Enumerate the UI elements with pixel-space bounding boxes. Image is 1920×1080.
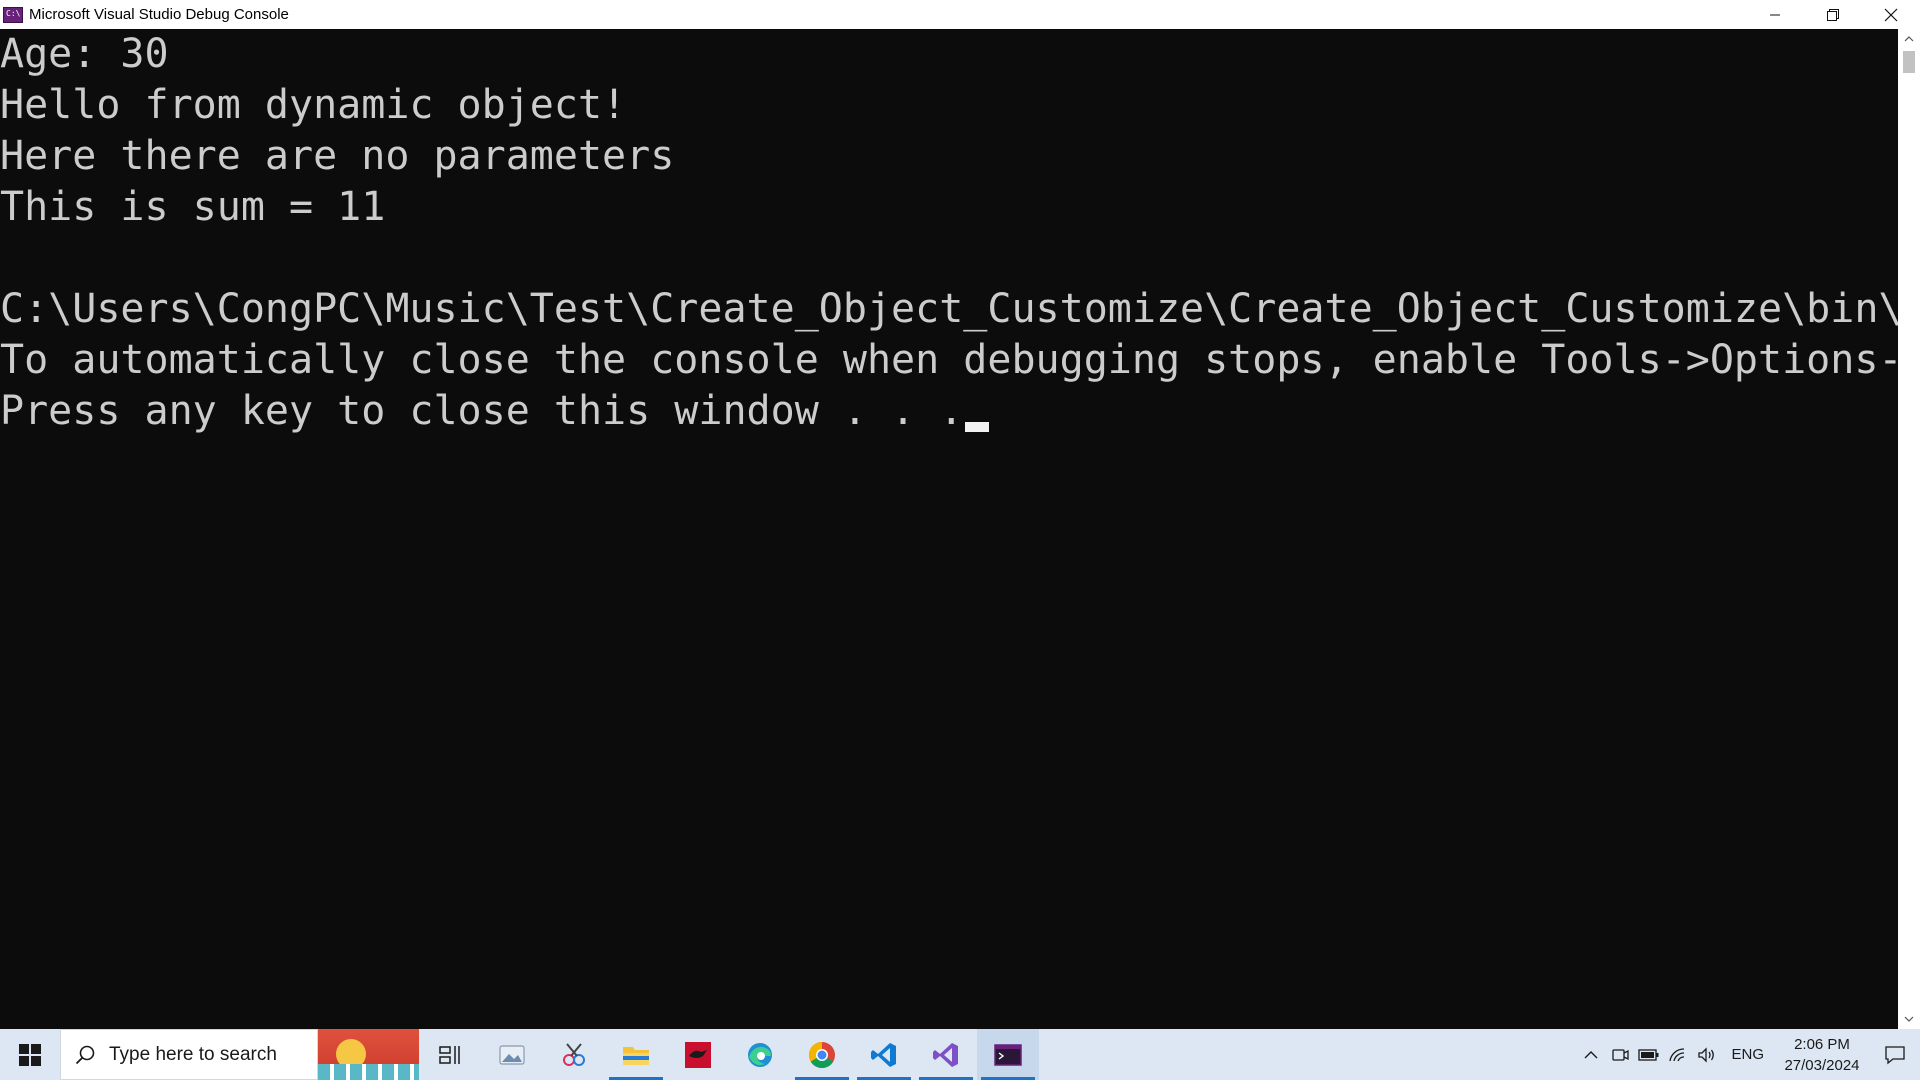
- chevron-down-icon: [1904, 1016, 1914, 1022]
- console-line: Hello from dynamic object!: [0, 82, 627, 128]
- news-widget-button[interactable]: [318, 1029, 419, 1080]
- close-icon: [1884, 8, 1898, 21]
- start-button[interactable]: [0, 1029, 60, 1080]
- photos-app-icon: [499, 1044, 525, 1065]
- window-titlebar[interactable]: Microsoft Visual Studio Debug Console: [0, 0, 1920, 29]
- scroll-down-button[interactable]: [1898, 1009, 1920, 1029]
- task-view-icon: [439, 1045, 460, 1064]
- taskbar-search-box[interactable]: Type here to search: [60, 1029, 318, 1080]
- battery-icon: [1638, 1048, 1659, 1061]
- console-line: To automatically close the console when …: [0, 337, 1898, 383]
- console-output[interactable]: Age: 30 Hello from dynamic object! Here …: [0, 29, 1898, 1029]
- search-icon: [75, 1045, 95, 1064]
- console-app-icon: [994, 1043, 1022, 1066]
- system-tray: ENG 2:06 PM 27/03/2024: [1576, 1029, 1920, 1080]
- console-app-icon[interactable]: [3, 6, 23, 23]
- close-button[interactable]: [1862, 0, 1920, 29]
- window-controls: [1746, 0, 1920, 29]
- folder-icon: [623, 1046, 649, 1065]
- taskbar-app-edge[interactable]: [729, 1029, 791, 1080]
- tray-battery-button[interactable]: [1634, 1029, 1663, 1080]
- taskbar: Type here to search ENG 2:06 PM 27/03/20…: [0, 1029, 1920, 1080]
- wifi-icon: [1669, 1047, 1685, 1061]
- text-cursor: [965, 422, 990, 432]
- chevron-up-icon: [1904, 36, 1914, 42]
- notification-center-button[interactable]: [1870, 1029, 1920, 1080]
- taskbar-app-visual-studio[interactable]: [915, 1029, 977, 1080]
- taskbar-app-vscode[interactable]: [853, 1029, 915, 1080]
- clock-date: 27/03/2024: [1784, 1056, 1860, 1074]
- taskbar-app-debug-console[interactable]: [977, 1029, 1039, 1080]
- taskbar-app-media[interactable]: [667, 1029, 729, 1080]
- window-title: Microsoft Visual Studio Debug Console: [29, 6, 289, 23]
- console-prompt-line: Press any key to close this window . . .: [0, 386, 1898, 437]
- tray-meet-button[interactable]: [1605, 1029, 1634, 1080]
- edge-browser-icon: [748, 1042, 772, 1067]
- media-app-icon: [685, 1041, 711, 1068]
- input-language-indicator[interactable]: ENG: [1721, 1046, 1774, 1063]
- minimize-icon: [1770, 14, 1780, 15]
- show-hidden-icons-button[interactable]: [1576, 1029, 1605, 1080]
- chrome-browser-icon: [808, 1041, 835, 1068]
- vscode-icon: [871, 1042, 896, 1067]
- scroll-up-button[interactable]: [1898, 29, 1920, 49]
- taskbar-app-photos[interactable]: [481, 1029, 543, 1080]
- taskbar-clock[interactable]: 2:06 PM 27/03/2024: [1774, 1034, 1870, 1076]
- tray-volume-button[interactable]: [1692, 1029, 1721, 1080]
- speaker-icon: [1698, 1046, 1714, 1063]
- minimize-button[interactable]: [1746, 0, 1804, 29]
- taskbar-app-chrome[interactable]: [791, 1029, 853, 1080]
- clock-time: 2:06 PM: [1794, 1035, 1850, 1053]
- windows-logo-icon: [19, 1043, 41, 1066]
- console-line: Age: 30: [0, 31, 169, 77]
- visual-studio-icon: [933, 1042, 958, 1067]
- vertical-scrollbar[interactable]: [1898, 29, 1920, 1029]
- chevron-up-icon: [1584, 1050, 1598, 1058]
- restore-icon: [1827, 8, 1839, 21]
- scroll-thumb[interactable]: [1903, 51, 1915, 73]
- taskbar-app-file-explorer[interactable]: [605, 1029, 667, 1080]
- tray-network-button[interactable]: [1663, 1029, 1692, 1080]
- notification-icon: [1885, 1045, 1905, 1064]
- snipping-tool-icon: [563, 1042, 585, 1066]
- search-placeholder: Type here to search: [109, 1043, 277, 1065]
- console-line: C:\Users\CongPC\Music\Test\Create_Object…: [0, 286, 1898, 332]
- console-prompt-text: Press any key to close this window . . .: [0, 388, 964, 434]
- restore-button[interactable]: [1804, 0, 1862, 29]
- console-line: This is sum = 11: [0, 184, 386, 230]
- device-icon: [1612, 1048, 1629, 1061]
- taskbar-app-snipping-tool[interactable]: [543, 1029, 605, 1080]
- task-view-button[interactable]: [419, 1029, 481, 1080]
- console-line: Here there are no parameters: [0, 133, 675, 179]
